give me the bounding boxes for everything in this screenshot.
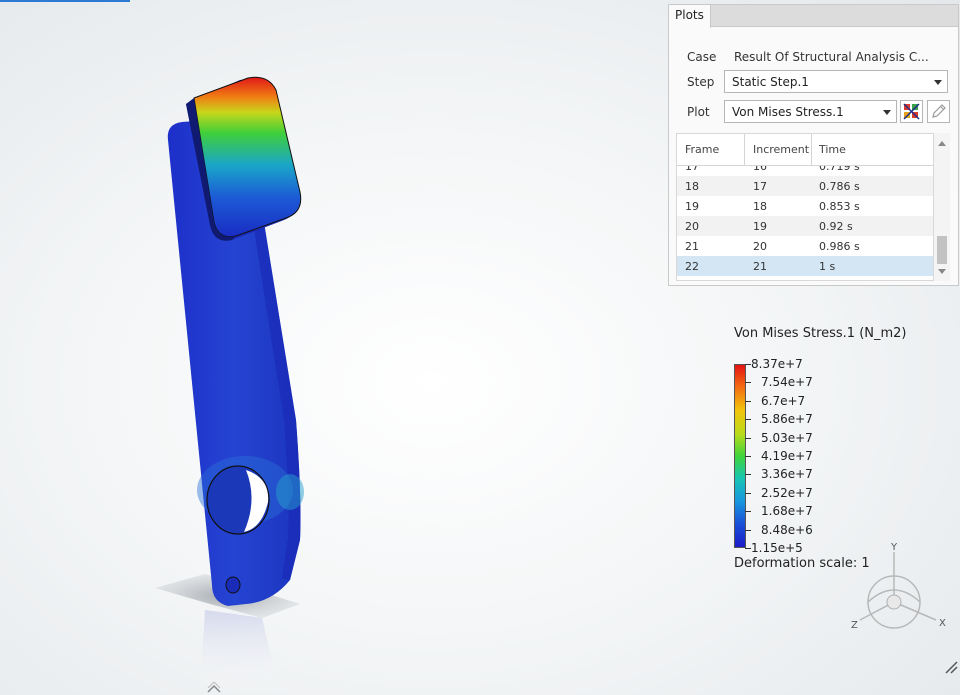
table-cell-increment: 17 bbox=[753, 180, 767, 193]
frames-table-header: Frame Increment Time bbox=[677, 134, 933, 166]
table-cell-increment: 19 bbox=[753, 220, 767, 233]
case-value: Result Of Structural Analysis C... bbox=[734, 50, 929, 64]
table-cell-time: 0.986 s bbox=[819, 240, 860, 253]
table-row[interactable]: 18 17 0.786 s bbox=[677, 176, 933, 196]
table-cell-increment: 21 bbox=[753, 260, 767, 273]
legend-value-label: 8.48e+6 bbox=[761, 522, 813, 537]
legend-value-label: 6.7e+7 bbox=[761, 393, 806, 408]
case-label: Case bbox=[687, 50, 717, 64]
plot-label: Plot bbox=[687, 105, 710, 119]
table-cell-time: 0.853 s bbox=[819, 200, 860, 213]
table-row[interactable]: 20 19 0.92 s bbox=[677, 216, 933, 236]
legend-tick bbox=[745, 548, 751, 549]
legend-tick bbox=[745, 511, 751, 513]
legend-tick bbox=[745, 474, 751, 476]
table-cell-frame: 19 bbox=[685, 200, 699, 213]
resize-grip-icon[interactable] bbox=[944, 660, 958, 674]
scroll-down-icon[interactable] bbox=[938, 269, 946, 274]
plot-select-value: Von Mises Stress.1 bbox=[732, 105, 844, 119]
table-row[interactable]: 22 21 1 s bbox=[677, 256, 933, 276]
legend-value-label: 3.36e+7 bbox=[761, 467, 813, 482]
chevron-down-icon bbox=[883, 110, 891, 115]
edit-plot-button[interactable] bbox=[927, 100, 950, 123]
table-cell-time: 0.786 s bbox=[819, 180, 860, 193]
table-row[interactable]: 21 20 0.986 s bbox=[677, 236, 933, 256]
plot-select[interactable]: Von Mises Stress.1 bbox=[724, 100, 897, 123]
legend-value-label: 2.52e+7 bbox=[761, 485, 813, 500]
scroll-up-icon[interactable] bbox=[938, 141, 946, 146]
legend-tick bbox=[745, 529, 751, 531]
legend-tick bbox=[745, 456, 751, 457]
legend-value-label: 8.37e+7 bbox=[751, 357, 803, 371]
column-separator bbox=[811, 134, 812, 166]
table-cell-time: 0.92 s bbox=[819, 220, 853, 233]
plot-row: Plot Von Mises Stress.1 bbox=[669, 100, 958, 124]
legend-value-label: 1.15e+5 bbox=[751, 541, 803, 555]
axis-triad[interactable]: Y Z X bbox=[842, 538, 952, 638]
table-cell-frame: 20 bbox=[685, 220, 699, 233]
column-separator bbox=[744, 134, 745, 166]
legend-tick bbox=[745, 364, 751, 365]
table-scrollbar[interactable] bbox=[934, 133, 950, 281]
column-header-frame[interactable]: Frame bbox=[685, 143, 719, 156]
table-cell-frame: 21 bbox=[685, 240, 699, 253]
chevron-up-icon[interactable] bbox=[205, 682, 223, 694]
column-header-time[interactable]: Time bbox=[819, 143, 846, 156]
plots-panel: Plots Case Result Of Structural Analysis… bbox=[668, 4, 959, 286]
legend-tick bbox=[745, 382, 751, 384]
tab-plots[interactable]: Plots bbox=[669, 5, 711, 28]
legend-value-label: 5.03e+7 bbox=[761, 430, 813, 445]
multi-color-grid-icon bbox=[903, 103, 920, 120]
case-row: Case Result Of Structural Analysis C... bbox=[669, 45, 958, 69]
step-select-value: Static Step.1 bbox=[732, 75, 809, 89]
legend-value-label: 7.54e+7 bbox=[761, 375, 813, 390]
animate-button[interactable] bbox=[900, 100, 923, 123]
frames-table-body: 17 16 0.719 s 18 17 0.786 s 19 18 0.853 s 20 19 0.9… bbox=[677, 156, 933, 276]
panel-tab-strip: Plots bbox=[669, 5, 958, 28]
legend-tick bbox=[745, 400, 751, 402]
deformation-scale: Deformation scale: 1 bbox=[734, 556, 870, 571]
legend-value-label: 4.19e+7 bbox=[761, 449, 813, 463]
step-label: Step bbox=[687, 75, 715, 89]
legend-tick bbox=[745, 437, 751, 439]
table-cell-increment: 20 bbox=[753, 240, 767, 253]
table-cell-increment: 18 bbox=[753, 200, 767, 213]
table-cell-frame: 22 bbox=[685, 260, 699, 273]
axis-y-label: Y bbox=[890, 542, 898, 553]
table-cell-frame: 18 bbox=[685, 180, 699, 193]
axis-z-label: Z bbox=[851, 620, 858, 631]
legend-tick bbox=[745, 419, 751, 421]
legend-value-label: 1.68e+7 bbox=[761, 504, 813, 519]
step-select[interactable]: Static Step.1 bbox=[724, 70, 948, 93]
legend-title: Von Mises Stress.1 (N_m2) bbox=[734, 326, 907, 341]
table-row[interactable]: 19 18 0.853 s bbox=[677, 196, 933, 216]
column-header-increment[interactable]: Increment bbox=[753, 143, 809, 156]
legend-value-label: 5.86e+7 bbox=[761, 412, 813, 427]
table-cell-time: 1 s bbox=[819, 260, 836, 273]
step-row: Step Static Step.1 bbox=[669, 70, 958, 94]
axis-x-label: X bbox=[939, 618, 946, 629]
frames-table[interactable]: 17 16 0.719 s 18 17 0.786 s 19 18 0.853 s 20 19 0.9… bbox=[676, 133, 934, 281]
legend-tick bbox=[745, 492, 751, 494]
scrollbar-thumb[interactable] bbox=[937, 236, 947, 264]
pencil-icon bbox=[932, 104, 946, 118]
chevron-down-icon bbox=[934, 80, 942, 85]
